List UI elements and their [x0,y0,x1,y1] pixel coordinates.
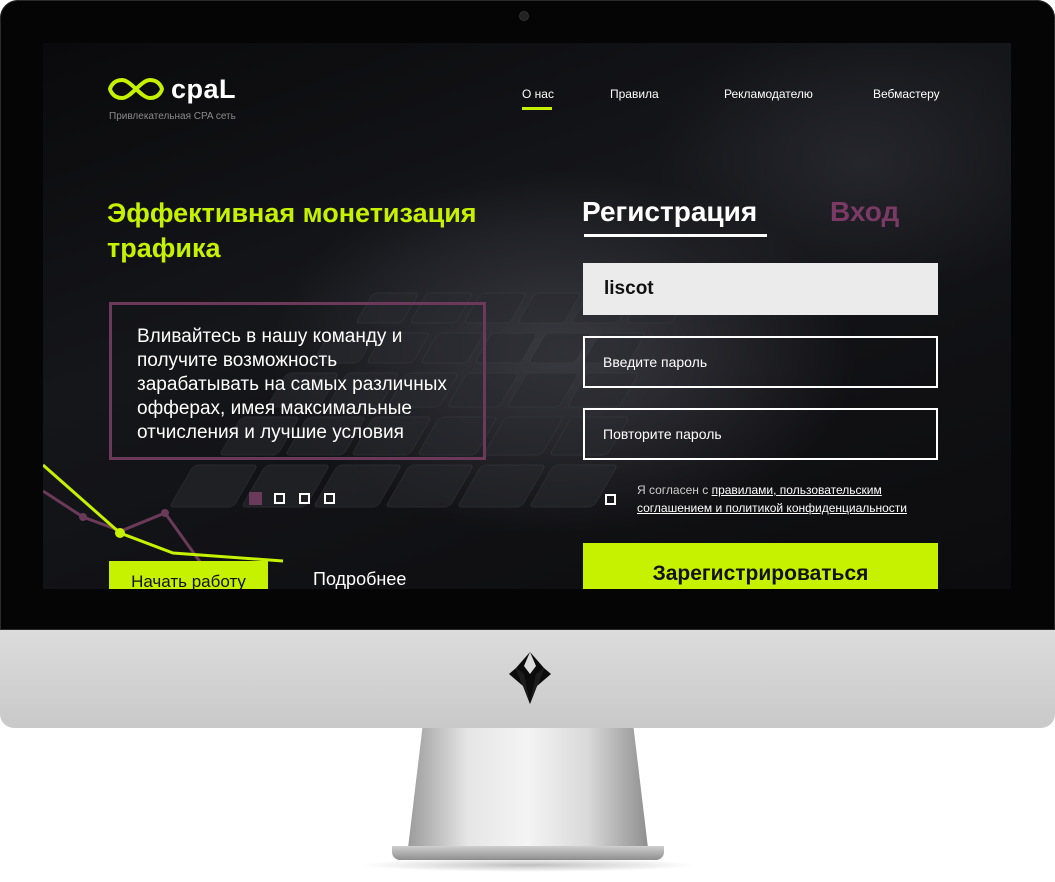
tab-active-indicator [584,234,767,237]
base-shadow [360,858,696,872]
brand-emblem-icon [509,652,551,704]
chart-point [79,513,87,521]
nav-item-advertiser[interactable]: Рекламодателю [724,87,813,101]
agree-checkbox[interactable] [605,494,616,505]
username-field[interactable] [583,263,938,315]
nav-item-webmaster[interactable]: Вебмастеру [873,87,940,101]
slider-dot-4[interactable] [324,493,335,504]
password-field[interactable] [583,336,938,388]
camera-icon [520,12,528,20]
nav-item-rules[interactable]: Правила [610,87,659,101]
monitor-stand [408,728,648,848]
nav-active-indicator [522,107,552,110]
hero-text: Вливайтесь в нашу команду и получите воз… [109,302,486,460]
tagline: Привлекательная CPA сеть [109,111,236,122]
chart-point [161,509,169,517]
infinity-icon [107,77,165,101]
screen: cpaL Привлекательная CPA сеть О нас Прав… [43,43,1011,589]
tab-login[interactable]: Вход [830,196,899,228]
agree-prefix: Я согласен с [637,483,709,497]
nav-item-about[interactable]: О нас [522,87,554,101]
password-repeat-field[interactable] [583,408,938,460]
register-button[interactable]: Зарегистрироваться [583,543,938,589]
start-work-button[interactable]: Начать работу [109,561,268,589]
hero-title: Эффективная монетизация трафика [107,198,477,263]
agree-text: Я согласен с правилами, пользовательским… [637,481,937,517]
tab-register[interactable]: Регистрация [582,196,757,228]
chart-point [115,528,125,538]
more-link[interactable]: Подробнее [313,569,406,589]
logo-text: cpaL [171,74,237,104]
